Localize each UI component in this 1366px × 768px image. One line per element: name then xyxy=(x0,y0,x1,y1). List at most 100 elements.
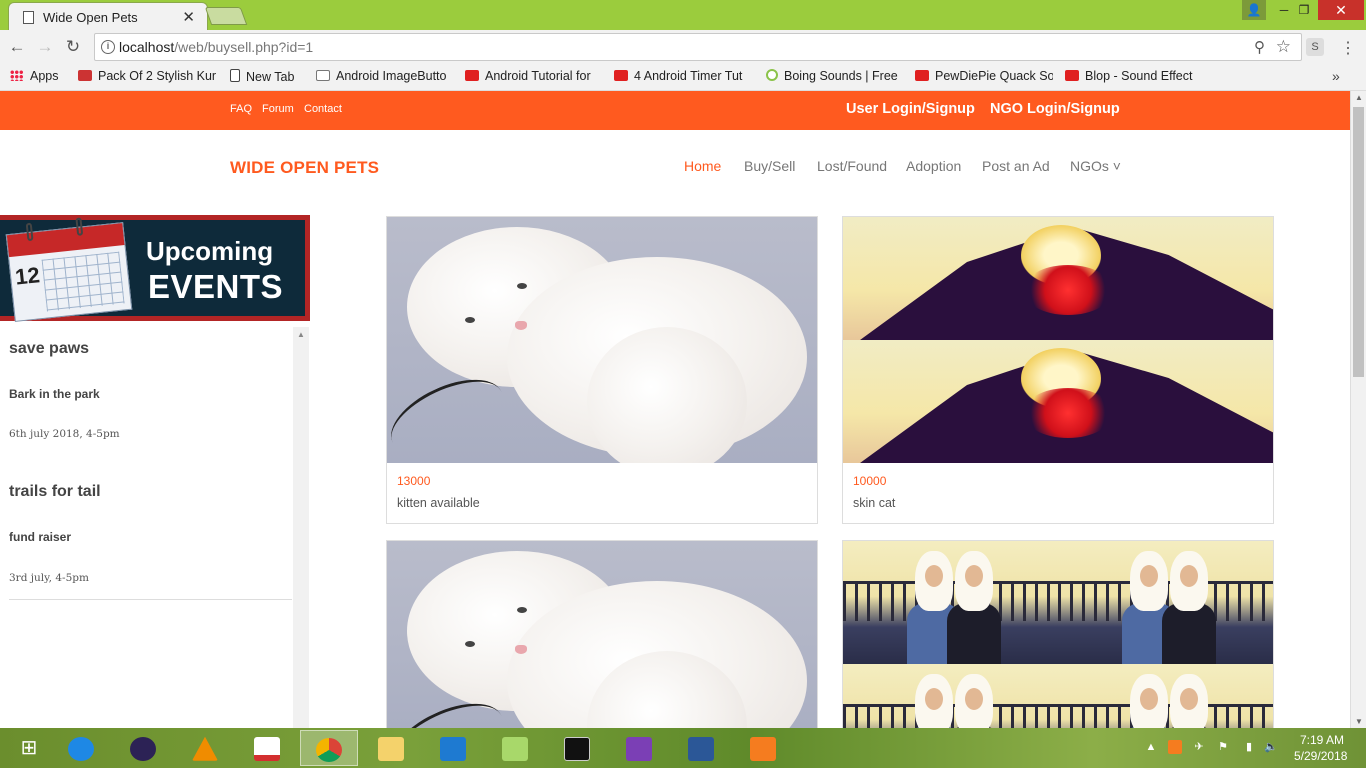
kitten-image[interactable] xyxy=(387,217,817,463)
chrome-icon[interactable] xyxy=(300,730,358,766)
tray-expand-icon[interactable]: ▲ xyxy=(1144,740,1158,754)
scroll-down-arrow-icon[interactable]: ▼ xyxy=(1355,717,1363,726)
tab-title: Wide Open Pets xyxy=(43,10,138,25)
calendar-ring xyxy=(25,222,34,242)
bookmark-label: Apps xyxy=(30,69,59,83)
close-window-button[interactable]: ✕ xyxy=(1318,0,1364,20)
browser-tab[interactable]: Wide Open Pets ✕ xyxy=(8,2,208,31)
bookmark-label: Android Tutorial for xyxy=(485,69,591,83)
nav-home[interactable]: Home xyxy=(684,158,721,174)
shop-icon xyxy=(78,70,92,81)
bookmark-item[interactable]: Boing Sounds | Free xyxy=(766,69,902,87)
listing-card[interactable]: 10000 skin cat xyxy=(842,216,1274,524)
listing-card[interactable]: 13000 kitten available xyxy=(386,216,818,524)
close-tab-icon[interactable]: ✕ xyxy=(182,8,195,26)
nav-adoption[interactable]: Adoption xyxy=(906,158,961,174)
bookmark-item[interactable]: New Tab xyxy=(230,69,294,87)
browser-toolbar: ← → ↻ i localhost/web/buysell.php?id=1 ⚲… xyxy=(0,30,1366,64)
listing-price: 10000 xyxy=(853,474,887,488)
volume-icon[interactable]: 🔈 xyxy=(1264,740,1278,754)
events-scrollbar[interactable]: ▲ xyxy=(293,327,309,728)
nav-ngos-dropdown[interactable]: NGOs ˅ xyxy=(1070,158,1121,174)
listing-card[interactable] xyxy=(842,540,1274,728)
visual-studio-icon[interactable] xyxy=(610,730,668,766)
listing-name[interactable]: kitten available xyxy=(397,496,480,510)
cmd-icon[interactable] xyxy=(548,730,606,766)
user-login-link[interactable]: User Login/Signup xyxy=(846,101,975,117)
back-arrow-icon[interactable]: ← xyxy=(6,37,28,57)
page-icon xyxy=(23,11,34,24)
menu-dots-icon[interactable]: ⋮ xyxy=(1340,38,1356,58)
url-host: localhost xyxy=(119,39,175,55)
calendar-grid xyxy=(41,251,125,312)
xampp-tray-icon[interactable] xyxy=(1168,740,1182,754)
vlc-icon[interactable] xyxy=(176,730,234,766)
nav-post-ad[interactable]: Post an Ad xyxy=(982,158,1050,174)
youtube-icon xyxy=(915,70,929,81)
network-icon[interactable]: ✈ xyxy=(1192,740,1206,754)
info-icon[interactable]: i xyxy=(101,40,115,54)
scroll-up-arrow-icon[interactable]: ▲ xyxy=(297,330,305,339)
bookmark-item[interactable]: PewDiePie Quack So xyxy=(915,69,1053,87)
scroll-up-arrow-icon[interactable]: ▲ xyxy=(1355,93,1363,102)
popcorn-icon[interactable] xyxy=(238,730,296,766)
vscode-icon[interactable] xyxy=(424,730,482,766)
url-text[interactable]: localhost/web/buysell.php?id=1 xyxy=(119,39,313,55)
forum-link[interactable]: Forum xyxy=(262,103,294,115)
flag-icon[interactable]: ⚑ xyxy=(1216,740,1230,754)
page-icon xyxy=(230,69,240,82)
gear-icon xyxy=(316,70,330,81)
calendar-day: 12 xyxy=(13,262,41,290)
maximize-button[interactable]: ❐ xyxy=(1290,0,1318,20)
new-tab-button[interactable] xyxy=(204,7,248,25)
event-date: 3rd july, 4-5pm xyxy=(9,572,89,584)
ngo-login-link[interactable]: NGO Login/Signup xyxy=(990,101,1120,117)
two-women-image[interactable] xyxy=(843,541,1273,728)
bookmarks-overflow-button[interactable]: » xyxy=(1332,68,1340,84)
battery-icon[interactable]: ▮ xyxy=(1242,740,1256,754)
word-icon[interactable] xyxy=(672,730,730,766)
faq-link[interactable]: FAQ xyxy=(230,103,252,115)
bookmark-label: Android ImageButto xyxy=(336,69,447,83)
reload-icon[interactable]: ↻ xyxy=(62,37,84,57)
bookmark-star-icon[interactable]: ☆ xyxy=(1276,37,1291,57)
ie-icon[interactable] xyxy=(52,730,110,766)
banner-upcoming-text: Upcoming xyxy=(146,236,274,266)
bookmark-item[interactable]: Android Tutorial for xyxy=(465,69,599,87)
contact-link[interactable]: Contact xyxy=(304,103,342,115)
kitten-image[interactable] xyxy=(387,541,817,728)
bookmark-item[interactable]: Android ImageButto xyxy=(316,69,452,87)
upcoming-events-banner: 12 Upcoming EVENTS xyxy=(0,215,310,322)
zoom-icon[interactable]: ⚲ xyxy=(1254,38,1265,56)
youtube-icon xyxy=(614,70,628,81)
listing-name[interactable]: skin cat xyxy=(853,496,895,510)
event-subtitle: fund raiser xyxy=(9,530,72,544)
youtube-icon xyxy=(465,70,479,81)
file-explorer-icon[interactable] xyxy=(362,730,420,766)
eclipse-icon[interactable] xyxy=(114,730,172,766)
bookmark-label: Boing Sounds | Free xyxy=(784,69,898,83)
bookmark-apps[interactable]: Apps xyxy=(10,69,59,87)
bookmark-item[interactable]: 4 Android Timer Tut xyxy=(614,69,754,87)
windows-start-icon[interactable]: ⊞ xyxy=(0,730,58,766)
bookmark-item[interactable]: Blop - Sound Effect xyxy=(1065,69,1205,87)
scrollbar-thumb[interactable] xyxy=(1353,107,1364,377)
heart-sunset-image[interactable] xyxy=(843,217,1273,463)
event-title[interactable]: trails for tail xyxy=(9,483,101,501)
clock-date[interactable]: 5/29/2018 xyxy=(1294,749,1347,763)
notes-icon[interactable] xyxy=(486,730,544,766)
profile-icon[interactable]: 👤 xyxy=(1242,0,1266,20)
nav-lost-found[interactable]: Lost/Found xyxy=(817,158,887,174)
nav-buy-sell[interactable]: Buy/Sell xyxy=(744,158,795,174)
clock-time[interactable]: 7:19 AM xyxy=(1300,733,1344,747)
extension-icon[interactable]: S xyxy=(1306,38,1324,56)
event-title[interactable]: save paws xyxy=(9,340,89,358)
forward-arrow-icon[interactable]: → xyxy=(34,37,56,57)
bookmark-label: Pack Of 2 Stylish Kur xyxy=(98,69,216,83)
page-scrollbar[interactable]: ▲ ▼ xyxy=(1350,91,1366,728)
listing-card[interactable] xyxy=(386,540,818,728)
address-bar[interactable]: i localhost/web/buysell.php?id=1 ⚲ ☆ xyxy=(94,33,1302,61)
bookmark-item[interactable]: Pack Of 2 Stylish Kur xyxy=(78,69,216,87)
brand-logo[interactable]: WIDE OPEN PETS xyxy=(230,158,379,178)
xampp-icon[interactable] xyxy=(734,730,792,766)
